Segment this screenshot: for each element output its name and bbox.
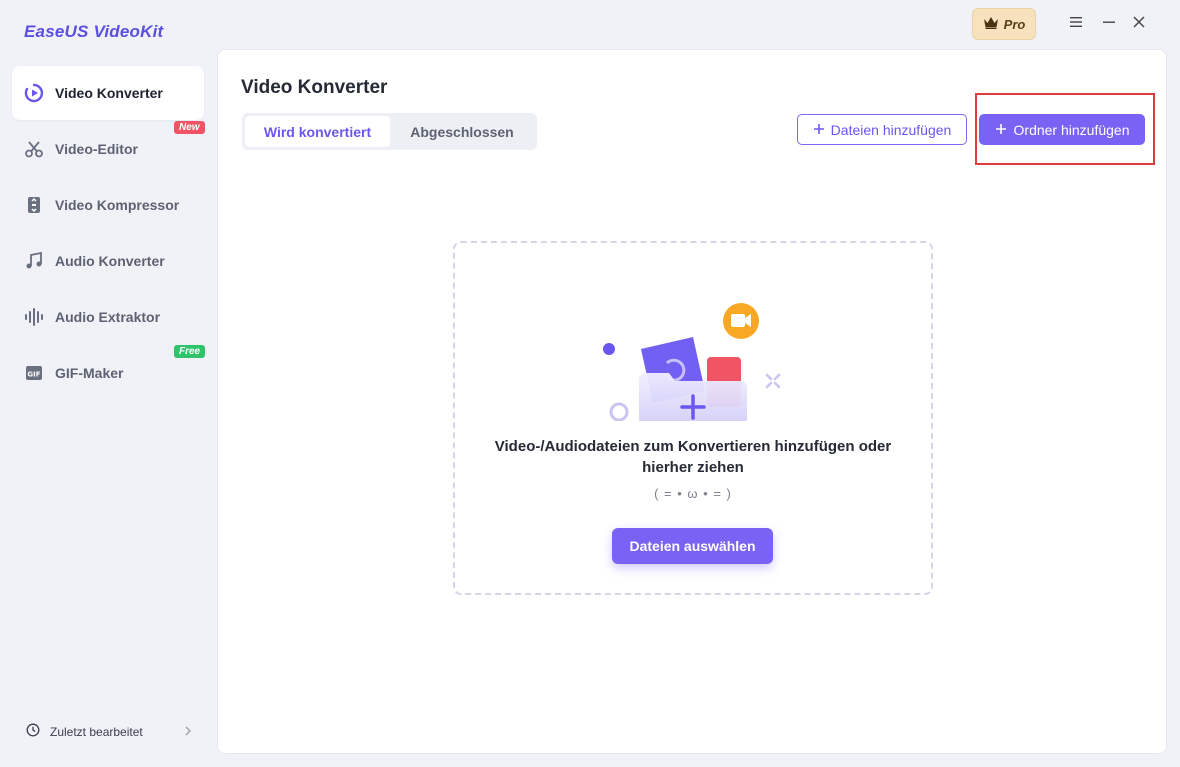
- play-circle-icon: [24, 83, 44, 103]
- sidebar-item-video-konverter[interactable]: Video Konverter: [12, 66, 204, 120]
- clock-icon: [26, 723, 40, 740]
- menu-button[interactable]: [1064, 12, 1088, 36]
- recent-label: Zuletzt bearbeitet: [50, 724, 143, 739]
- pro-button[interactable]: Pro: [972, 8, 1036, 40]
- drop-instructions: Video-/Audiodateien zum Konvertieren hin…: [494, 438, 892, 476]
- close-icon: [1132, 15, 1146, 34]
- sidebar-item-label: Audio Extraktor: [55, 309, 161, 325]
- add-folder-button[interactable]: Ordner hinzufügen: [979, 114, 1145, 145]
- plus-icon: [813, 122, 825, 138]
- tab-completed[interactable]: Abgeschlossen: [390, 116, 534, 147]
- app-title: EaseUS VideoKit: [24, 22, 164, 41]
- sidebar-item-label: Video Kompressor: [55, 197, 180, 213]
- compress-icon: [24, 195, 44, 215]
- crown-icon: [983, 16, 999, 32]
- gif-icon: GIF: [24, 363, 44, 383]
- chevron-right-icon: [184, 725, 192, 739]
- sidebar-item-label: GIF-Maker: [55, 365, 124, 381]
- page-title: Video Konverter: [241, 77, 388, 98]
- pro-label: Pro: [1003, 16, 1026, 32]
- close-button[interactable]: [1127, 12, 1151, 36]
- scissors-icon: [24, 139, 44, 159]
- add-files-label: Dateien hinzufügen: [830, 121, 952, 138]
- sidebar-item-video-kompressor[interactable]: Video Kompressor: [12, 178, 204, 232]
- free-badge: Free: [174, 345, 206, 358]
- add-files-button[interactable]: Dateien hinzufügen: [797, 114, 967, 145]
- tab-bar: Wird konvertiert Abgeschlossen: [242, 113, 537, 150]
- hamburger-icon: [1069, 15, 1083, 33]
- sidebar-item-audio-extraktor[interactable]: Audio Extraktor: [12, 290, 204, 344]
- sidebar-item-audio-konverter[interactable]: Audio Konverter: [12, 234, 204, 288]
- tab-converting[interactable]: Wird konvertiert: [245, 116, 390, 147]
- plus-icon: [995, 122, 1007, 138]
- minimize-icon: [1102, 15, 1116, 34]
- recent-edited-link[interactable]: Zuletzt bearbeitet: [26, 723, 192, 740]
- drop-zone[interactable]: Video-/Audiodateien zum Konvertieren hin…: [453, 241, 933, 595]
- select-files-button[interactable]: Dateien auswählen: [612, 528, 773, 564]
- main-panel: Video Konverter Wird konvertiert Abgesch…: [217, 49, 1167, 754]
- sidebar-item-label: Video-Editor: [55, 141, 138, 157]
- folder-illustration: [595, 271, 795, 441]
- waveform-icon: [24, 307, 44, 327]
- minimize-button[interactable]: [1097, 12, 1121, 36]
- kaomoji: ( = • ω • = ): [654, 486, 732, 501]
- new-badge: New: [174, 121, 205, 134]
- sidebar-item-label: Video Konverter: [55, 85, 163, 101]
- svg-text:GIF: GIF: [27, 371, 40, 379]
- music-note-icon: [24, 251, 44, 271]
- sidebar-item-label: Audio Konverter: [55, 253, 165, 269]
- add-folder-label: Ordner hinzufügen: [1013, 121, 1130, 138]
- sidebar: Video Konverter Video-Editor New Video K…: [0, 56, 216, 767]
